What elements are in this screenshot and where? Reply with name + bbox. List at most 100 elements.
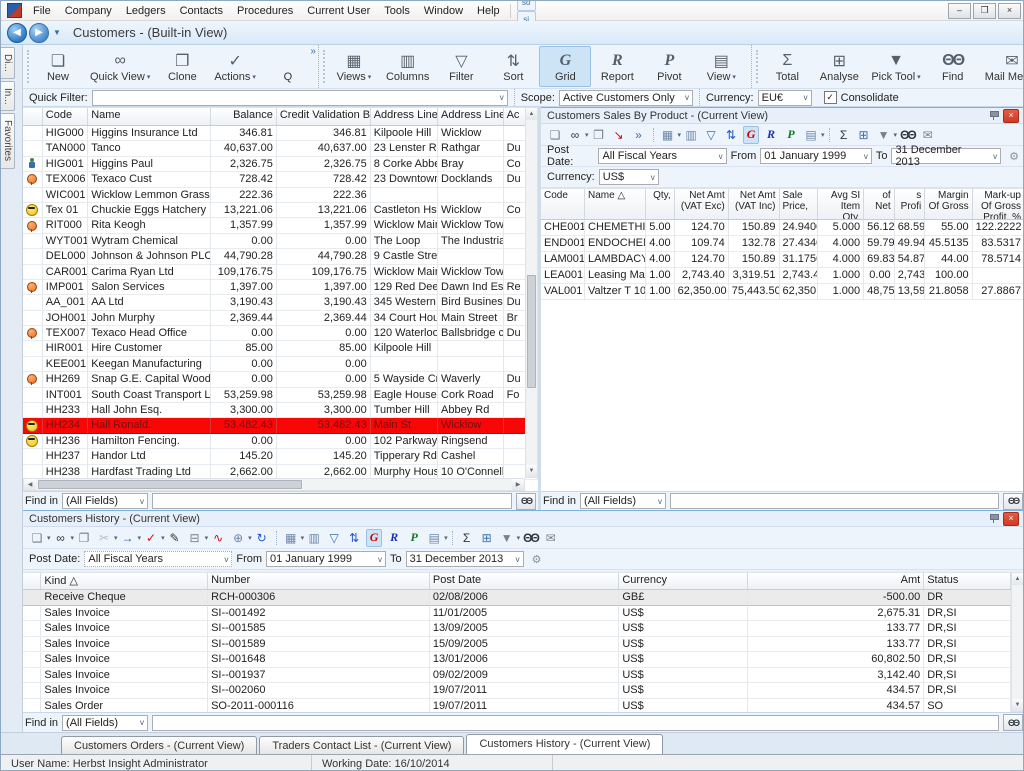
view-icon[interactable]: ▤ <box>803 126 819 144</box>
clone-icon[interactable]: ❐ <box>591 126 607 144</box>
edit-pencil-icon[interactable]: ✎ <box>167 529 183 547</box>
find-input[interactable] <box>152 493 512 509</box>
grid-button[interactable]: GGrid <box>539 46 591 87</box>
find-button[interactable]: ΘΘ <box>1003 493 1023 510</box>
dropdown-icon[interactable]: ▾ <box>114 534 118 542</box>
pin-icon[interactable] <box>989 514 998 523</box>
filter-icon[interactable]: ▽ <box>326 529 342 547</box>
pick-tool-icon[interactable]: ▼ <box>499 529 515 547</box>
approve-check-icon[interactable]: ✓ <box>143 529 159 547</box>
find-input[interactable] <box>152 715 999 731</box>
column-header[interactable]: Net Amt (VAT Exc) <box>675 189 729 219</box>
quick-launch-so-icon[interactable]: so <box>517 0 536 11</box>
total-sigma-icon[interactable]: Σ <box>836 126 852 144</box>
analyse-icon[interactable]: ⊞ <box>856 126 872 144</box>
column-header[interactable]: Address Line 1 <box>371 108 438 125</box>
dropdown-icon[interactable]: ▾ <box>161 534 165 542</box>
nav-history-dropdown-icon[interactable]: ▼ <box>53 28 61 37</box>
table-row[interactable]: INT001South Coast Transport LTD53,259.98… <box>23 388 538 403</box>
scroll-right-icon[interactable]: ▶ <box>512 479 524 490</box>
scroll-up-icon[interactable]: ▲ <box>526 108 537 120</box>
filter-icon[interactable]: ▽ <box>703 126 719 144</box>
column-header[interactable]: Currency <box>619 573 748 589</box>
column-header[interactable]: Number <box>208 573 430 589</box>
filter-button[interactable]: ▽Filter <box>435 46 487 87</box>
find-fields-combobox[interactable]: (All Fields)v <box>62 715 148 731</box>
total-sigma-icon[interactable]: Σ <box>459 529 475 547</box>
table-row[interactable]: Sales InvoiceSI--00158915/09/2005US$133.… <box>23 637 1011 653</box>
report-view-icon[interactable]: R <box>763 126 779 144</box>
table-row[interactable]: DEL000Johnson & Johnson PLC44,790.2844,7… <box>23 249 538 264</box>
column-header[interactable]: Kind △ <box>41 573 208 589</box>
table-row[interactable]: CHE001CHEMETHION 505.00124.70150.8924.94… <box>541 220 1024 236</box>
table-row[interactable]: HH269Snap G.E. Capital Woodchester F0.00… <box>23 372 538 387</box>
dropdown-icon[interactable]: ▾ <box>821 131 825 139</box>
clone-button[interactable]: ❐Clone <box>156 46 208 87</box>
column-header[interactable] <box>23 573 41 589</box>
restore-button[interactable]: ❐ <box>973 3 996 19</box>
dropdown-icon[interactable]: ▾ <box>147 73 151 81</box>
bottom-tab-1[interactable]: Traders Contact List - (Current View) <box>259 736 464 754</box>
pick-tool-icon[interactable]: ▼ <box>876 126 892 144</box>
report-button[interactable]: RReport <box>591 46 643 87</box>
analyse-button[interactable]: ⊞Analyse <box>813 46 865 87</box>
menu-item-window[interactable]: Window <box>417 3 470 19</box>
dropdown-icon[interactable]: ▾ <box>47 534 51 542</box>
pick-tool-button[interactable]: ▼Pick Tool▾ <box>865 46 926 87</box>
quick-view-icon[interactable]: ∞ <box>53 529 69 547</box>
sales-currency-combobox[interactable]: US$v <box>599 169 659 185</box>
table-row[interactable]: RIT000Rita Keogh1,357.991,357.99Wicklow … <box>23 218 538 233</box>
table-row[interactable]: AA_001AA Ltd3,190.433,190.43345 Western … <box>23 295 538 310</box>
clone-icon[interactable]: ❐ <box>76 529 92 547</box>
menu-item-company[interactable]: Company <box>58 3 119 19</box>
overflow-chevron-icon[interactable]: » <box>310 46 316 57</box>
views-icon[interactable]: ▦ <box>283 529 299 547</box>
dropdown-icon[interactable]: ▾ <box>585 131 589 139</box>
column-header[interactable]: Qty, <box>646 189 675 219</box>
sort-icon[interactable]: ⇅ <box>723 126 739 144</box>
column-header[interactable]: Status <box>924 573 1011 589</box>
forward-icon[interactable]: → <box>120 529 136 547</box>
table-row[interactable]: Sales InvoiceSI--00164813/01/2006US$60,8… <box>23 652 1011 668</box>
dropdown-icon[interactable]: ▾ <box>248 534 252 542</box>
views-icon[interactable]: ▦ <box>660 126 676 144</box>
back-button[interactable]: ◀ <box>7 23 27 43</box>
column-header[interactable]: Code <box>43 108 88 125</box>
find-binoculars-icon[interactable]: ΘΘ <box>522 529 539 547</box>
table-row[interactable]: JOH001John Murphy2,369.442,369.4434 Cour… <box>23 311 538 326</box>
chart-icon[interactable]: ∿ <box>210 529 226 547</box>
dropdown-icon[interactable]: ▾ <box>252 73 256 81</box>
currency-combobox[interactable]: EU€v <box>758 90 812 106</box>
table-row[interactable]: Receive ChequeRCH-00030602/08/2006GB£-50… <box>23 590 1011 606</box>
column-header[interactable]: Margin Of Gross <box>925 189 972 219</box>
column-header[interactable]: Avg SI Item Qty, <box>818 189 864 219</box>
to-date-combobox[interactable]: 31 December 2013v <box>406 551 524 567</box>
find-fields-combobox[interactable]: (All Fields)v <box>62 493 148 509</box>
table-row[interactable]: HIG000Higgins Insurance Ltd346.81346.81K… <box>23 126 538 141</box>
find-button[interactable]: ΘΘFind <box>927 46 979 87</box>
menu-item-help[interactable]: Help <box>470 3 507 19</box>
sidebar-tab-favorites[interactable]: Favorites <box>1 113 15 168</box>
column-header[interactable]: Name △ <box>585 189 646 219</box>
customers-grid-horizontal-scrollbar[interactable]: ◀ ▶ <box>23 478 525 491</box>
table-row[interactable]: Tex 01Chuckie Eggs Hatchery13,221.0613,2… <box>23 203 538 218</box>
bottom-tab-0[interactable]: Customers Orders - (Current View) <box>61 736 257 754</box>
table-row[interactable]: CAR001Carima Ryan Ltd109,176.75109,176.7… <box>23 265 538 280</box>
refresh-icon[interactable]: ↻ <box>254 529 270 547</box>
dropdown-icon[interactable]: ▾ <box>301 534 305 542</box>
close-panel-icon[interactable]: × <box>1003 512 1019 526</box>
from-date-combobox[interactable]: 01 January 1999v <box>760 148 872 164</box>
menu-item-ledgers[interactable]: Ledgers <box>119 3 173 19</box>
dropdown-icon[interactable]: ▾ <box>71 534 75 542</box>
table-row[interactable]: HH234Hall Ronald.53,482.4353,482.43Main … <box>23 418 538 433</box>
columns-button[interactable]: ▥Columns <box>380 46 435 87</box>
minimize-button[interactable]: – <box>948 3 971 19</box>
column-header[interactable]: Mark-up Of Gross Profit, % <box>973 189 1024 219</box>
web-icon[interactable]: ⊕ <box>230 529 246 547</box>
menu-item-tools[interactable]: Tools <box>377 3 417 19</box>
analyse-icon[interactable]: ⊞ <box>479 529 495 547</box>
dropdown-icon[interactable]: ▾ <box>917 73 921 81</box>
scroll-up-icon[interactable]: ▲ <box>1012 573 1023 585</box>
column-header[interactable]: s Profi <box>895 189 926 219</box>
gear-icon[interactable]: ⚙ <box>1009 150 1019 163</box>
